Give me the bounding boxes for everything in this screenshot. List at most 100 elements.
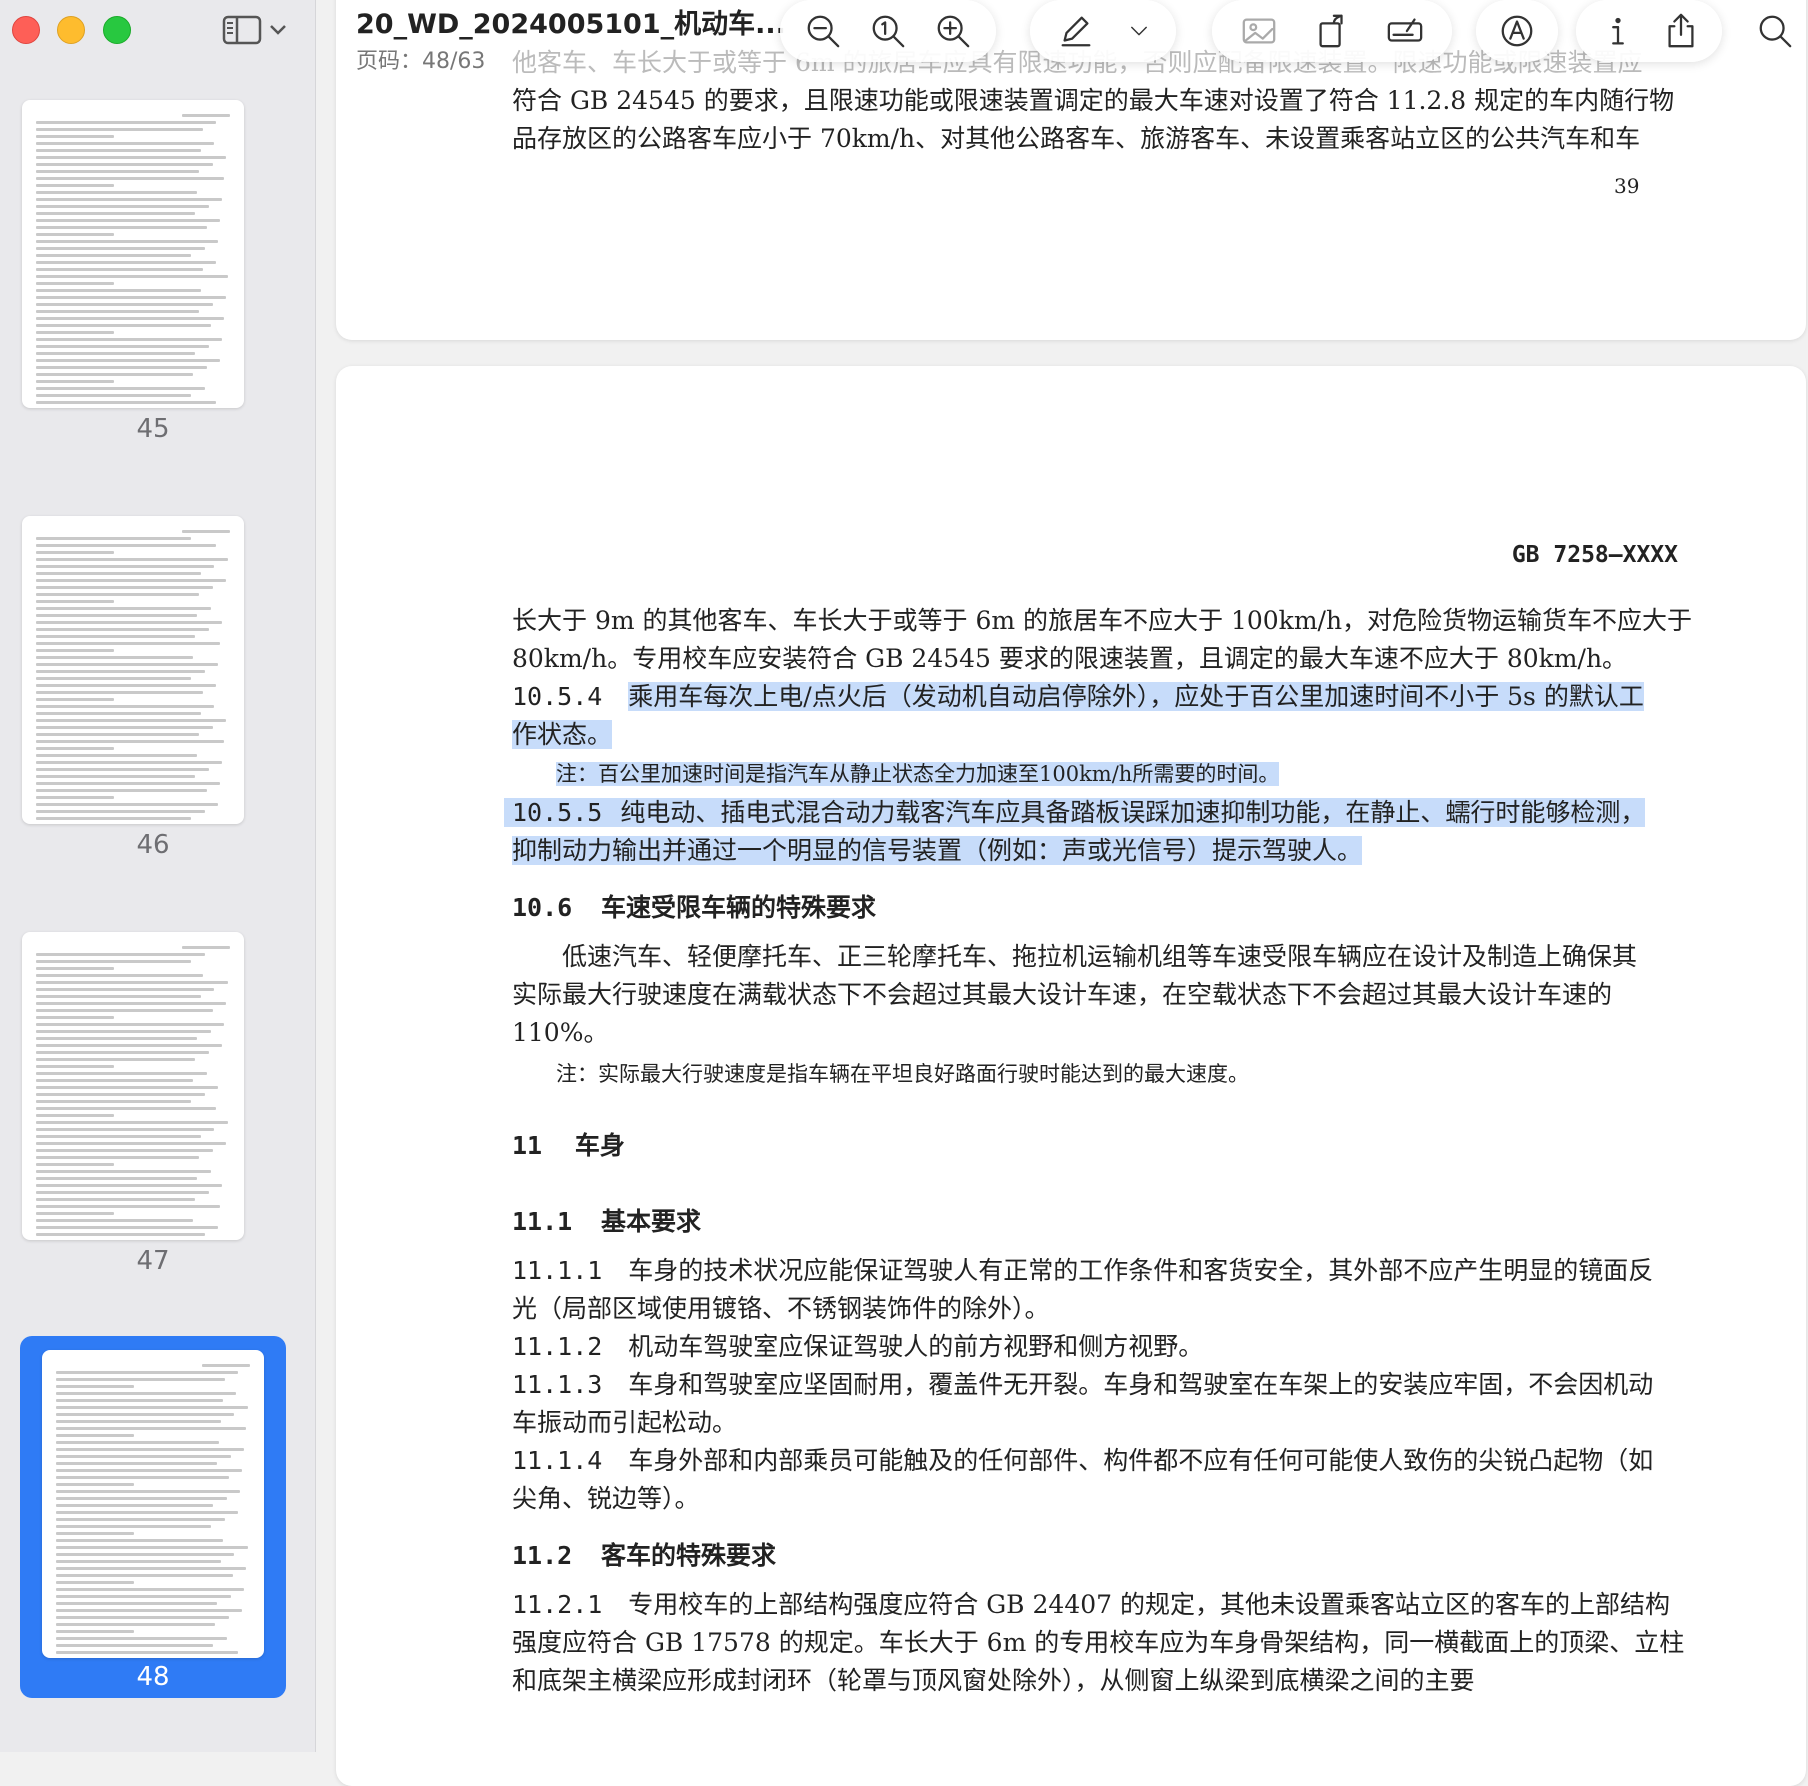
zoom-in-icon xyxy=(937,15,970,48)
thumbnail-text-line xyxy=(56,1630,134,1633)
thumbnail-text-line xyxy=(56,1644,214,1647)
page-text-line: 光（局部区域使用镀铬、不锈钢装饰件的除外）。 xyxy=(512,1294,1050,1323)
thumbnail-text-line xyxy=(36,1023,225,1026)
thumbnail-text-line xyxy=(56,1546,249,1549)
section-heading-11: 11 车身 xyxy=(512,1126,625,1162)
thumbnail-sidebar: 45 46 47 48 xyxy=(0,0,316,1752)
highlighted-text[interactable]: 注：百公里加速时间是指汽车从静止状态全力加速至100km/h所需要的时间。 xyxy=(556,762,1280,786)
markup-button[interactable] xyxy=(1488,2,1546,60)
thumbnail-text-line xyxy=(56,1420,221,1423)
thumbnail-page-48 xyxy=(42,1350,264,1658)
clause-10-5-5: 10.5.5 纯电动、插电式混合动力载客汽车应具备踏板误踩加速抑制功能，在静止、蠕… xyxy=(504,794,1694,832)
thumbnail-text-line xyxy=(36,649,114,652)
thumbnail-page-47[interactable] xyxy=(22,932,244,1240)
thumbnail-text-line xyxy=(36,1135,201,1138)
clause-10-5-4-cont: 作状态。 xyxy=(512,716,1678,754)
highlighted-text[interactable]: 作状态。 xyxy=(512,720,613,749)
search-button[interactable] xyxy=(1746,2,1804,60)
highlight-pen-button[interactable] xyxy=(1047,2,1105,60)
info-button[interactable] xyxy=(1589,2,1647,60)
close-window-button[interactable] xyxy=(12,16,40,44)
thumbnail-text-line xyxy=(36,607,211,610)
thumbnail-label: 45 xyxy=(136,414,170,444)
highlighted-text[interactable]: 抑制动力输出并通过一个明显的信号装置（例如：声或光信号）提示驾驶人。 xyxy=(512,836,1363,865)
sidebar-toggle-button[interactable] xyxy=(222,10,294,50)
thumbnail-text-line xyxy=(36,170,199,173)
thumbnail-text-line xyxy=(36,1016,114,1019)
thumbnail-text-line xyxy=(36,317,225,320)
clause-text: 车身和驾驶室应坚固耐用，覆盖件无开裂。车身和驾驶室在车架上的安装应牢固，不会因机… xyxy=(628,1370,1654,1399)
thumbnail-text-line xyxy=(56,1378,225,1381)
signature-button[interactable] xyxy=(1376,2,1434,60)
rotate-button[interactable] xyxy=(1303,2,1361,60)
fullscreen-window-button[interactable] xyxy=(103,16,131,44)
zoom-in-button[interactable] xyxy=(924,2,982,60)
thumbnail-text-line xyxy=(36,1107,217,1110)
thumbnail-page-46[interactable] xyxy=(22,516,244,824)
thumbnail-text-line xyxy=(36,551,114,554)
signature-icon xyxy=(1388,18,1423,42)
thumbnail-text-line xyxy=(36,352,196,355)
thumbnail-text-line xyxy=(56,1448,245,1451)
clause-number: 11.1.3 xyxy=(512,1370,603,1399)
image-button[interactable] xyxy=(1230,2,1288,60)
thumbnail-text-line xyxy=(36,1065,114,1068)
thumbnail-text-line xyxy=(56,1476,229,1479)
minimize-window-button[interactable] xyxy=(57,16,85,44)
thumbnail-text-line xyxy=(36,1002,227,1005)
thumbnail-text-line xyxy=(56,1413,235,1416)
thumbnail-text-line xyxy=(36,768,209,771)
highlighted-text[interactable]: 乘用车每次上电/点火后（发动机自动启停除外），应处于百公里加速时间不小于 5s … xyxy=(628,682,1644,711)
document-title[interactable]: 20_WD_2024005101_机动车... xyxy=(356,2,786,41)
heading-number: 11.2 xyxy=(512,1541,573,1570)
heading-number: 11 xyxy=(512,1131,543,1160)
markup-menu-button[interactable] xyxy=(1119,2,1159,60)
thumbnail-text-line xyxy=(36,981,229,984)
thumbnail-page-48-selected[interactable]: 48 xyxy=(20,1336,286,1698)
thumbnail-text-line xyxy=(36,254,192,257)
page-text-line: 车振动而引起松动。 xyxy=(512,1408,738,1437)
thumbnail-page-45[interactable] xyxy=(22,100,244,408)
thumbnail-text-line xyxy=(36,726,213,729)
thumbnail-text-line xyxy=(36,733,199,736)
zoom-out-button[interactable] xyxy=(794,2,852,60)
thumbnail-text-line xyxy=(36,1114,114,1117)
thumbnail-text-line xyxy=(36,1142,227,1145)
clause-text: 专用校车的上部结构强度应符合 GB 24407 的规定，其他未设置乘客站立区的客… xyxy=(628,1590,1670,1619)
thumbnail-text-line xyxy=(56,1406,249,1409)
thumbnail-text-line xyxy=(36,572,201,575)
annotate-toolbar-group xyxy=(1476,0,1558,62)
clause-text: 纯电动、插电式混合动力载客汽车应具备踏板误踩加速抑制功能，在静止、蠕行时能够检测… xyxy=(620,798,1646,827)
share-button[interactable] xyxy=(1652,2,1710,60)
thumbnail-text-line xyxy=(36,247,205,250)
clause-number: 10.5.5 xyxy=(512,798,603,827)
thumbnail-text-line xyxy=(36,268,203,271)
thumbnail-text-line xyxy=(36,1205,221,1208)
thumbnail-text-line xyxy=(56,1588,245,1591)
actual-size-button[interactable] xyxy=(859,2,917,60)
thumbnail-text-line xyxy=(56,1602,218,1605)
thumbnail-text-line xyxy=(36,1030,211,1033)
window-title: 20_WD_2024005101_机动车... 页码：48/63 xyxy=(356,2,786,75)
page-text-line: 110%。 xyxy=(512,1018,609,1047)
thumbnail-text-line xyxy=(36,1037,198,1040)
thumbnail-text-line xyxy=(36,558,229,561)
thumbnail-text-line xyxy=(36,1079,194,1082)
thumbnail-text-line xyxy=(36,1212,114,1215)
thumbnail-text-line xyxy=(56,1525,212,1528)
thumbnail-text-line xyxy=(36,663,219,666)
thumbnail-text-line xyxy=(36,1044,223,1047)
thumbnail-text-line xyxy=(36,754,198,757)
section-heading-11-2: 11.2 客车的特殊要求 xyxy=(512,1536,776,1572)
thumbnail-text-line xyxy=(36,303,213,306)
thumbnail-text-line xyxy=(56,1581,134,1584)
thumbnail-label: 48 xyxy=(136,1662,170,1692)
thumbnail-text-line xyxy=(36,600,114,603)
highlighted-text[interactable]: 10.5.5 纯电动、插电式混合动力载客汽车应具备踏板误踩加速抑制功能，在静止、蠕… xyxy=(504,798,1646,827)
thumbnail-text-line xyxy=(56,1427,247,1430)
thumbnail-text-line xyxy=(56,1385,134,1388)
thumbnail-text-line xyxy=(181,114,230,117)
thumbnail-text-line xyxy=(36,282,114,285)
thumbnail-text-line xyxy=(36,974,203,977)
clause-11-1-4: 11.1.4 车身外部和内部乘员可能触及的任何部件、构件都不应有任何可能使人致伤… xyxy=(512,1442,1678,1480)
